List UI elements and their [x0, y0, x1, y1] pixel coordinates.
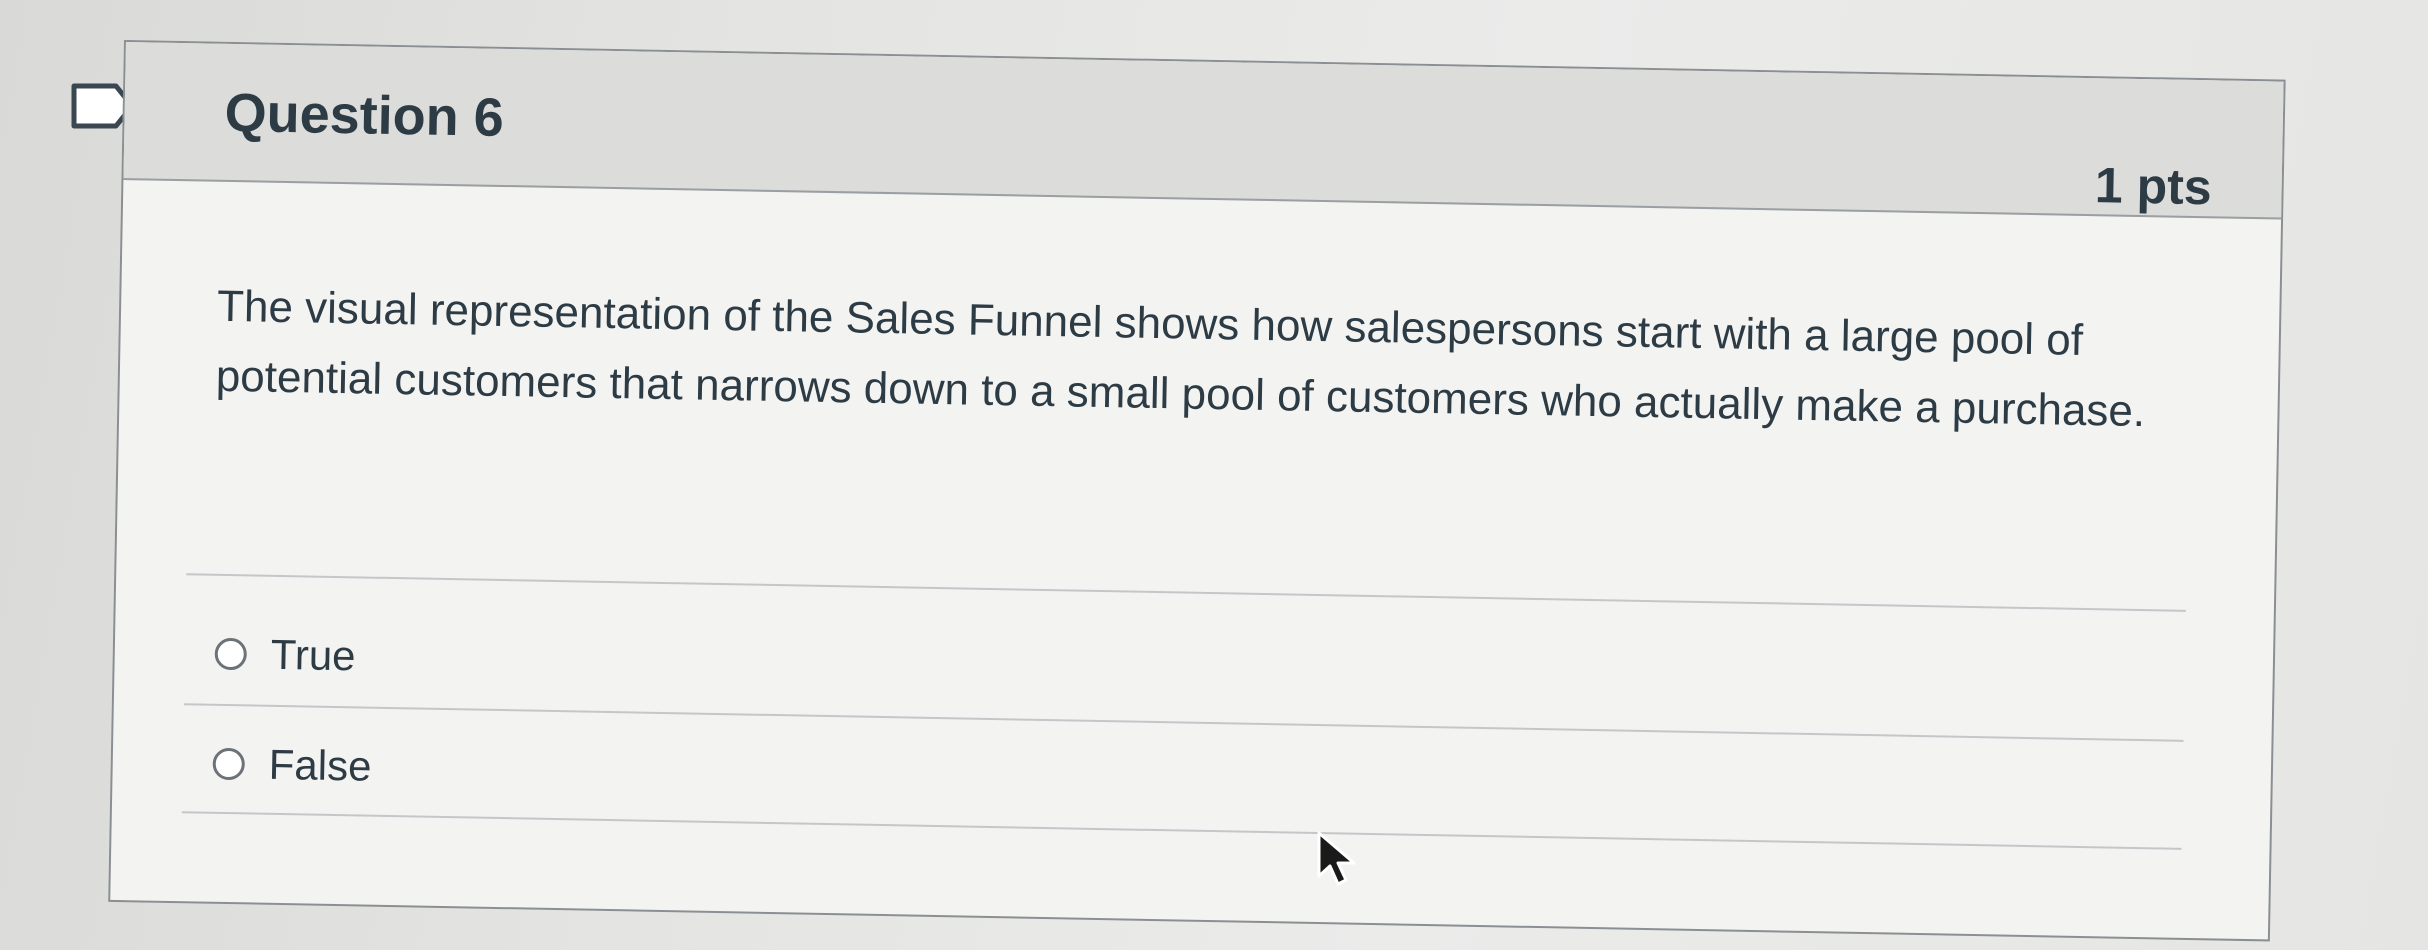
question-text: The visual representation of the Sales F…	[215, 281, 2146, 437]
divider	[186, 573, 2186, 612]
question-title: Question 6	[224, 82, 505, 148]
radio-button[interactable]	[212, 747, 246, 781]
divider	[183, 703, 2184, 742]
answer-label: False	[268, 740, 372, 790]
question-points: 1 pts	[2094, 157, 2213, 216]
radio-button[interactable]	[214, 637, 248, 671]
question-header: Question 6 1 pts	[123, 42, 2284, 220]
mouse-cursor-icon	[1316, 830, 1360, 888]
divider	[181, 811, 2182, 850]
answer-option-false[interactable]: False	[212, 734, 372, 797]
question-card: Question 6 1 pts The visual representati…	[108, 40, 2286, 942]
screen: Question 6 1 pts The visual representati…	[0, 0, 2428, 950]
answer-option-true[interactable]: True	[214, 624, 356, 687]
answer-label: True	[270, 630, 356, 680]
